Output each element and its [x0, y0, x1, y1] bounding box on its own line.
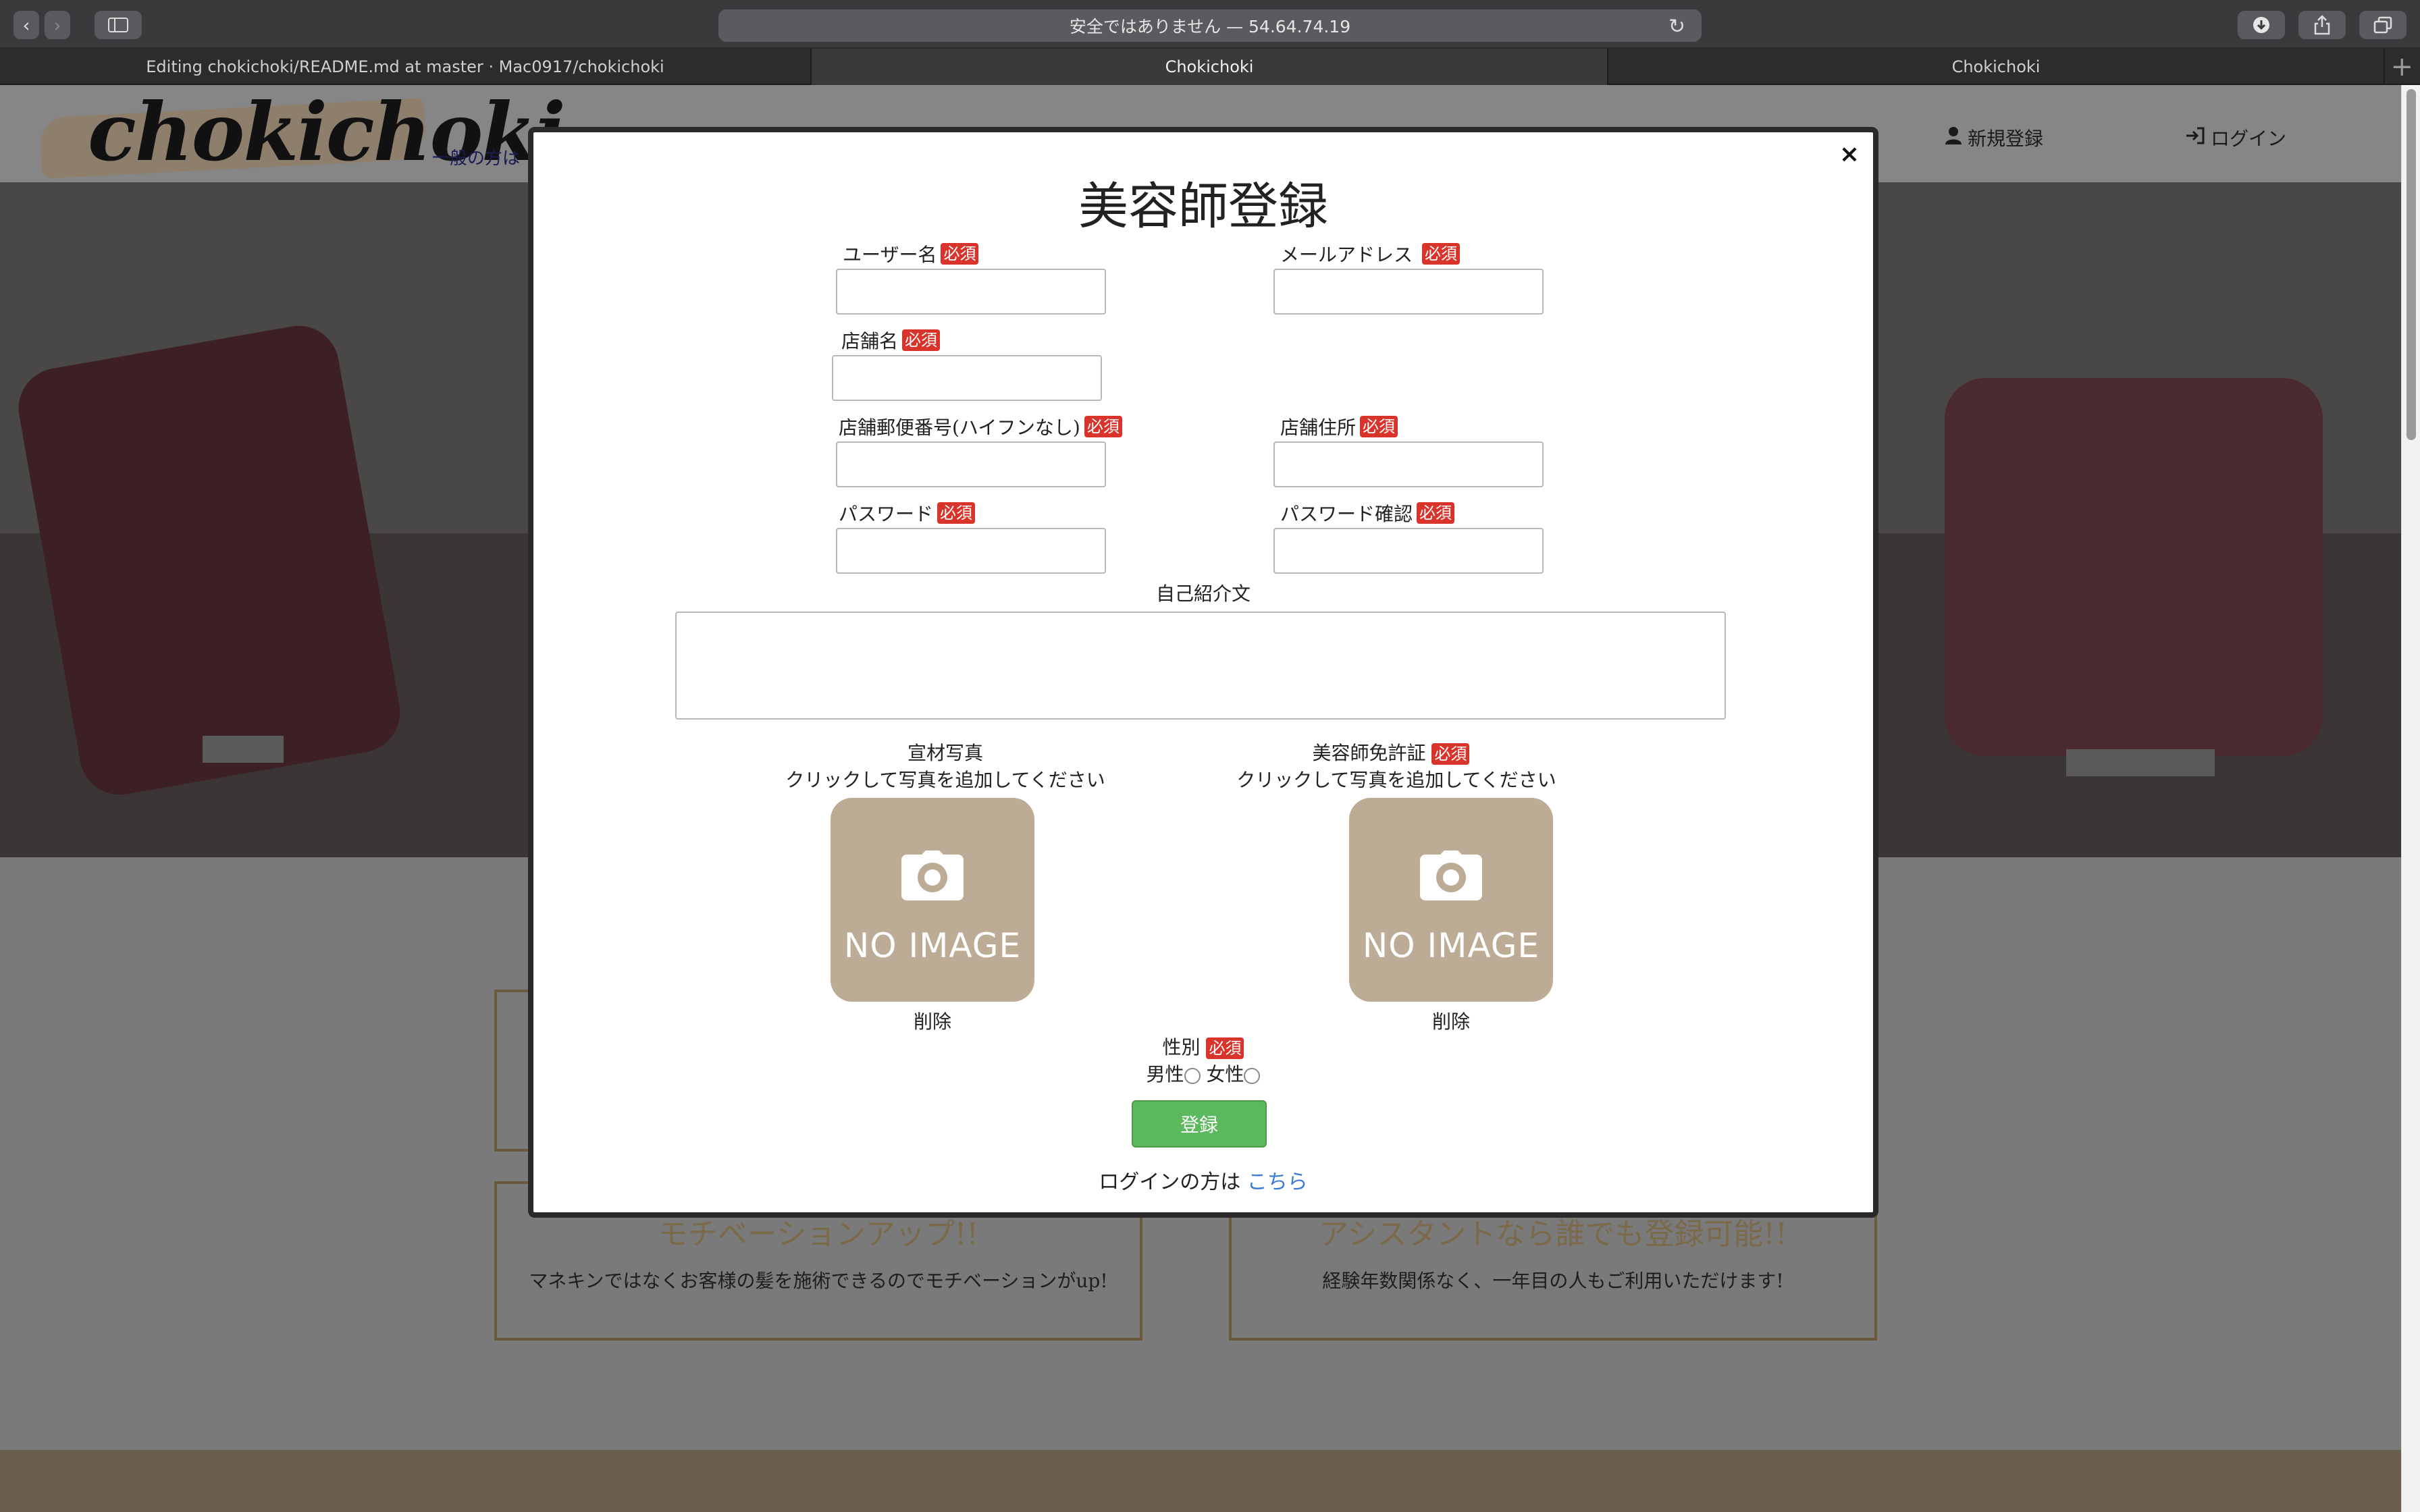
required-badge: 必須: [1431, 743, 1470, 765]
password-input[interactable]: [836, 528, 1106, 574]
feature-text: 経験年数関係なく、一年目の人もご利用いただけます!: [1322, 1270, 1784, 1292]
sign-in-icon: [2185, 126, 2205, 150]
logo-subtext[interactable]: 一般の方は: [432, 144, 520, 169]
close-icon[interactable]: ×: [1839, 140, 1860, 168]
login-link[interactable]: こちら: [1247, 1170, 1308, 1194]
email-input[interactable]: [1273, 269, 1544, 315]
required-badge: 必須: [902, 329, 941, 351]
shop-address-input[interactable]: [1273, 441, 1544, 487]
tab-bar: Editing chokichoki/README.md at master ·…: [0, 49, 2420, 85]
license-photo-title: 美容師免許証 必須: [1222, 740, 1560, 767]
tabs-overview-icon[interactable]: [2359, 11, 2406, 39]
camera-icon: [901, 850, 964, 900]
sidebar-icon[interactable]: [95, 11, 142, 39]
shop-address-label-text: 店舗住所: [1280, 416, 1357, 439]
gender-options: 男性 女性: [533, 1061, 1873, 1088]
register-button[interactable]: 登録: [1132, 1100, 1267, 1148]
shop-postal-label-text: 店舗郵便番号(ハイフンなし): [839, 416, 1080, 439]
password-confirm-label-text: パスワード確認: [1280, 503, 1413, 525]
shop-name-input[interactable]: [832, 355, 1102, 401]
required-badge: 必須: [1422, 243, 1461, 265]
browser-toolbar: ‹ › 安全ではありません — 54.64.74.19 ↻: [0, 0, 2420, 49]
page-footer: [0, 1450, 2401, 1512]
password-confirm-input[interactable]: [1273, 528, 1544, 574]
shop-name-label: 店舗名 必須: [841, 327, 941, 354]
tab-title: Chokichoki: [1951, 57, 2041, 76]
login-prompt: ログインの方は こちら: [533, 1165, 1873, 1195]
reload-icon[interactable]: ↻: [1668, 15, 1685, 38]
url-text: 安全ではありません — 54.64.74.19: [1069, 17, 1351, 36]
tab-chokichoki-active[interactable]: Chokichoki: [812, 49, 1608, 85]
shop-address-label: 店舗住所 必須: [1280, 413, 1398, 440]
email-label-text: メールアドレス: [1280, 244, 1413, 266]
camera-icon: [1420, 850, 1482, 900]
share-icon[interactable]: [2298, 11, 2346, 39]
required-badge: 必須: [941, 243, 979, 265]
male-label: 男性: [1146, 1063, 1184, 1085]
username-input[interactable]: [836, 269, 1106, 315]
license-photo-hint: クリックして写真を追加してください: [1236, 769, 1556, 791]
user-icon: [1945, 126, 1962, 150]
password-confirm-label: パスワード確認 必須: [1280, 500, 1455, 526]
no-image-text: NO IMAGE: [1362, 926, 1540, 965]
required-badge: 必須: [1360, 416, 1398, 437]
address-bar[interactable]: 安全ではありません — 54.64.74.19 ↻: [718, 9, 1702, 42]
required-badge: 必須: [1417, 502, 1455, 524]
password-label: パスワード 必須: [839, 500, 976, 526]
feature-text: マネキンではなくお客様の髪を施術できるのでモチベーションがup!: [529, 1270, 1108, 1292]
scrollbar-thumb[interactable]: [2406, 89, 2416, 440]
shop-name-label-text: 店舗名: [841, 330, 899, 352]
license-photo-delete[interactable]: 削除: [1349, 1007, 1553, 1034]
intro-label: 自己紹介文: [1155, 583, 1251, 605]
material-photo-hint: クリックして写真を追加してください: [785, 769, 1105, 791]
download-icon[interactable]: [2238, 11, 2285, 39]
shop-postal-label: 店舗郵便番号(ハイフンなし) 必須: [839, 413, 1122, 440]
forward-icon[interactable]: ›: [45, 11, 70, 39]
material-photo-delete[interactable]: 削除: [831, 1007, 1034, 1034]
no-image-text: NO IMAGE: [843, 926, 1022, 965]
required-badge: 必須: [1206, 1037, 1244, 1059]
license-photo-upload[interactable]: NO IMAGE: [1349, 798, 1553, 1002]
modal-title: 美容師登録: [1078, 178, 1328, 236]
nav-signup-label: 新規登録: [1968, 128, 2044, 150]
intro-textarea[interactable]: [675, 612, 1726, 720]
password-label-text: パスワード: [839, 503, 934, 525]
gender-label: 性別 必須: [533, 1034, 1873, 1061]
license-photo-title-text: 美容師免許証: [1312, 742, 1426, 764]
hero-chair-right: [1945, 378, 2323, 756]
required-badge: 必須: [1084, 416, 1122, 437]
nav-signup[interactable]: 新規登録: [1945, 124, 2043, 151]
registration-modal: × 美容師登録 ユーザー名 必須 メールアドレス 必須 店舗名 必須 店舗郵便番…: [528, 127, 1878, 1218]
shop-postal-input[interactable]: [836, 441, 1106, 487]
hero-chair-base: [2066, 749, 2215, 776]
nav-login-label: ログイン: [2211, 128, 2287, 150]
hero-chair-base: [203, 736, 284, 763]
tab-title: Chokichoki: [1165, 57, 1254, 76]
material-photo-title: 宣材写真: [907, 742, 983, 764]
username-label-text: ユーザー名: [843, 244, 937, 266]
back-icon[interactable]: ‹: [14, 11, 39, 39]
tab-readme[interactable]: Editing chokichoki/README.md at master ·…: [0, 49, 812, 85]
new-tab-icon[interactable]: +: [2390, 51, 2413, 82]
page-scrollbar[interactable]: [2401, 85, 2420, 1512]
female-radio[interactable]: [1244, 1067, 1261, 1084]
gender-label-text: 性別: [1162, 1036, 1201, 1058]
email-label: メールアドレス 必須: [1280, 240, 1461, 267]
tab-title: Editing chokichoki/README.md at master ·…: [146, 57, 664, 76]
nav-login[interactable]: ログイン: [2185, 124, 2286, 151]
tab-chokichoki[interactable]: Chokichoki: [1608, 49, 2385, 85]
male-radio[interactable]: [1184, 1067, 1201, 1084]
material-photo-upload[interactable]: NO IMAGE: [831, 798, 1034, 1002]
required-badge: 必須: [937, 502, 976, 524]
female-label: 女性: [1206, 1063, 1244, 1085]
login-prompt-text: ログインの方は: [1099, 1170, 1241, 1194]
username-label: ユーザー名 必須: [843, 240, 979, 267]
